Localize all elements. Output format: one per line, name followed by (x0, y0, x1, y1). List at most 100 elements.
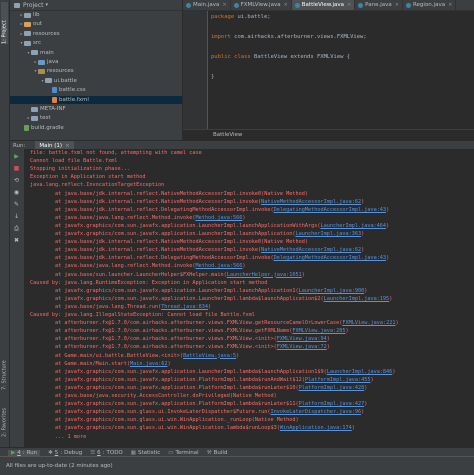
trash-icon[interactable]: ✖ (13, 237, 20, 244)
stack-trace-link[interactable]: LauncherHelper.java:1051 (227, 272, 302, 278)
pin-icon[interactable]: ✎ (13, 201, 20, 208)
rerun-icon[interactable]: ▶ (13, 153, 20, 160)
tree-item-label: java (47, 59, 59, 65)
close-icon[interactable]: × (395, 2, 399, 8)
stop-icon[interactable]: ■ (13, 165, 20, 172)
tree-item[interactable]: ▸ java (10, 58, 182, 66)
project-panel-header[interactable]: Project ▾ (10, 0, 182, 11)
stack-trace-link[interactable]: FXMLView.java:94 (277, 336, 327, 342)
tree-item[interactable]: build.gradle (10, 124, 182, 132)
stack-trace-link[interactable]: WinApplication.java:174 (280, 425, 352, 431)
tree-item[interactable]: ▾ main (10, 49, 182, 57)
editor-tab[interactable]: Pane.java × (355, 0, 403, 10)
close-icon[interactable]: × (222, 2, 226, 8)
console-line: at Game.main/Main.start(Main.java:62) (30, 361, 171, 369)
close-icon[interactable]: × (448, 2, 452, 8)
stack-trace-link[interactable]: Main.java:62 (130, 361, 167, 367)
editor-tab[interactable]: FXMLView.java × (231, 0, 292, 10)
folder-icon (24, 40, 31, 46)
console-line: at afterburner.fx@1.7.0/com.airhacks.aft… (30, 344, 330, 352)
stack-trace-link[interactable]: NativeMethodAccessorImpl.java:62 (261, 199, 361, 205)
stack-trace-link[interactable]: LauncherImpl.java:900 (299, 288, 365, 294)
tree-item[interactable]: ▸ out (10, 20, 182, 28)
code-text: com.airhacks.afterburner.views.FXMLView; (230, 34, 367, 40)
tree-item[interactable]: battle.css (10, 86, 182, 94)
code-line: import com.airhacks.afterburner.views.FX… (211, 33, 367, 41)
breadcrumb-class[interactable]: BattleView (213, 132, 242, 138)
stack-trace-link[interactable]: Method.java:566 (196, 215, 243, 221)
editor-tab[interactable]: Region.java × (403, 0, 457, 10)
tree-item[interactable]: ▸ resources (10, 30, 182, 38)
console-text: ) (326, 344, 330, 351)
stack-trace-link[interactable]: DelegatingMethodAccessorImpl.java:43 (274, 207, 386, 213)
scroll-to-end-icon[interactable]: ↓ (13, 213, 20, 220)
close-icon[interactable]: × (347, 2, 351, 8)
editor-breadcrumb[interactable]: BattleView (183, 129, 474, 140)
console-line: at afterburner.fx@1.7.0/com.airhacks.aft… (30, 320, 399, 328)
hammer-icon: ⚒ (206, 449, 212, 456)
close-icon[interactable]: × (284, 2, 288, 8)
console-line: at java.base/java.lang.Thread.run(Thread… (30, 304, 211, 312)
stack-trace-link[interactable]: PlatformImpl.java:427 (299, 401, 365, 407)
chevron-down-icon[interactable]: ▾ (46, 2, 49, 8)
console-text: Stopping initialization phase... (30, 166, 130, 173)
tree-item[interactable]: ▸ lib (10, 11, 182, 19)
left-tab-1[interactable]: 7: Structure (1, 350, 8, 390)
console-text: at Game.main/ui.battle.BattleView.<init>… (30, 352, 184, 359)
stack-trace-link[interactable]: BattleView.java:5 (183, 353, 236, 359)
tree-item[interactable]: META-INF (10, 105, 182, 113)
editor-tab[interactable]: BattleView.java × (291, 0, 356, 10)
console-text: at javafx.graphics/com.sun.javafx.applic… (30, 384, 299, 391)
console-text: file: battle.fxml not found, attempting … (30, 150, 202, 156)
status-message: All files are up-to-date (2 minutes ago) (6, 463, 113, 469)
stack-trace-link[interactable]: LauncherImpl.java:846 (327, 369, 393, 375)
stack-trace-link[interactable]: LauncherImpl.java:464 (320, 223, 386, 229)
stack-trace-link[interactable]: PlatformImpl.java:455 (305, 377, 371, 383)
restore-layout-icon[interactable]: ⟲ (13, 177, 20, 184)
close-icon[interactable]: × (65, 143, 70, 149)
stack-trace-link[interactable]: Thread.java:834 (161, 304, 208, 310)
stack-trace-link[interactable]: FXMLView.java:205 (292, 328, 345, 334)
stack-trace-link[interactable]: LauncherImpl.java:363 (295, 231, 361, 237)
editor-tab-label: Region.java (412, 2, 446, 8)
stack-trace-link[interactable]: PlatformImpl.java:428 (299, 385, 365, 391)
bottom-tab-statistic[interactable]: ▦ Statistic (131, 450, 160, 456)
tree-item[interactable]: ▾ ui.battle (10, 77, 182, 85)
bottom-tab-todo[interactable]: ☰ 6: TODO (90, 450, 123, 456)
console-output[interactable]: file: battle.fxml not found, attempting … (25, 149, 474, 447)
left-tab-2[interactable]: 2: Favorites (1, 395, 8, 437)
console-line: Stopping initialization phase... (30, 166, 130, 174)
bottom-tab-run[interactable]: ▶ 4: Run (8, 449, 41, 456)
stack-trace-link[interactable]: Method.java:566 (196, 263, 243, 269)
print-icon[interactable]: ⎙ (13, 225, 20, 232)
bottom-tab-number: 4 (17, 449, 21, 456)
console-line: at java.base/java.lang.reflect.Method.in… (30, 215, 246, 223)
gradle-file-icon (24, 124, 29, 131)
stack-trace-link[interactable]: DelegatingMethodAccessorImpl.java:43 (274, 255, 386, 261)
stack-trace-link[interactable]: InvokeLaterDispatcher.java:96 (271, 409, 362, 415)
stack-trace-link[interactable]: LauncherImpl.java:195 (324, 296, 390, 302)
tree-item[interactable]: battle.fxml (10, 95, 182, 104)
console-text: ) (370, 376, 374, 383)
bottom-tab-debug[interactable]: ✱ 5: Debug (48, 450, 82, 456)
terminal-icon: ▭ (168, 449, 174, 456)
tree-item[interactable]: ▸ test (10, 114, 182, 122)
bottom-tab-build[interactable]: ⚒ Build (207, 450, 228, 456)
project-icon (14, 2, 20, 8)
stack-trace-link[interactable]: NativeMethodAccessorImpl.java:62 (261, 247, 361, 253)
bottom-tab-terminal[interactable]: ▭ Terminal (168, 450, 198, 456)
tree-item[interactable]: ▾ src (10, 39, 182, 47)
editor-tab[interactable]: Main.java × (183, 0, 231, 10)
tree-item[interactable]: ▾ resources (10, 67, 182, 75)
bottom-tab-number: 6 (97, 449, 101, 456)
console-text: at javafx.graphics/com.sun.javafx.applic… (30, 287, 299, 294)
stack-trace-link[interactable]: FXMLView.java:221 (342, 320, 395, 326)
stack-trace-link[interactable]: FXMLView.java:72 (277, 344, 327, 350)
editor-tab-label: BattleView.java (301, 2, 344, 8)
tree-item-label: resources (33, 30, 60, 37)
left-tab-0[interactable]: 1: Project (1, 2, 8, 44)
console-text: Caused by: java.lang.IllegalStateExcepti… (30, 312, 255, 318)
bottom-tab-label: Terminal (175, 449, 199, 456)
bottom-tab-label: Build (213, 449, 228, 456)
camera-icon[interactable]: ◉ (13, 189, 20, 196)
